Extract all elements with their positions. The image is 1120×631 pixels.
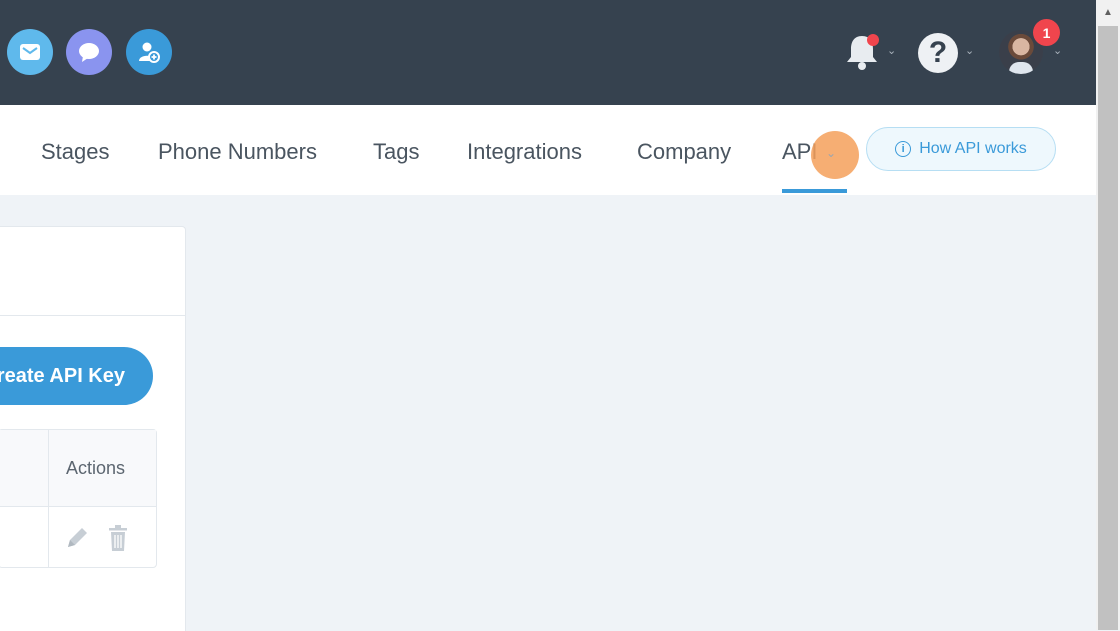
profile-caret-icon[interactable]: ⌄ [1053, 44, 1062, 57]
api-keys-table: Actions [0, 429, 157, 568]
column-divider [48, 430, 49, 567]
notifications-button[interactable] [842, 32, 882, 72]
tab-integrations[interactable]: Integrations [467, 139, 582, 165]
mail-button[interactable] [7, 29, 53, 75]
how-api-works-button[interactable]: i How API works [866, 127, 1056, 171]
delete-icon[interactable] [106, 524, 130, 552]
add-contact-button[interactable] [126, 29, 172, 75]
notification-badge: 1 [1033, 19, 1060, 46]
scrollbar-thumb[interactable] [1098, 26, 1118, 630]
tab-phone-numbers[interactable]: Phone Numbers [158, 139, 317, 165]
notifications-caret-icon[interactable]: ⌄ [887, 44, 896, 57]
tab-tags[interactable]: Tags [373, 139, 419, 165]
active-tab-indicator [782, 189, 847, 193]
help-icon: ? [928, 36, 948, 69]
api-keys-card: Create API Key Actions [0, 226, 186, 631]
scroll-up-icon[interactable]: ▲ [1096, 0, 1120, 24]
actions-column-header: Actions [66, 458, 126, 478]
edit-icon[interactable] [63, 524, 91, 552]
help-button[interactable]: ? [918, 33, 958, 73]
tab-stages[interactable]: Stages [41, 139, 110, 165]
info-icon: i [895, 141, 912, 157]
mail-icon [20, 44, 40, 60]
top-bar: ⌄ ? ⌄ 1 ⌄ [0, 0, 1096, 105]
user-add-icon [139, 42, 160, 63]
bell-icon [847, 34, 879, 70]
help-caret-icon[interactable]: ⌄ [965, 44, 974, 57]
create-api-key-button[interactable]: Create API Key [0, 347, 153, 405]
how-api-works-label: How API works [919, 140, 1027, 157]
card-divider [0, 315, 185, 316]
chat-icon [79, 43, 99, 62]
api-caret-icon[interactable]: ⌄ [826, 146, 836, 160]
chat-button[interactable] [66, 29, 112, 75]
tab-company[interactable]: Company [637, 139, 731, 165]
